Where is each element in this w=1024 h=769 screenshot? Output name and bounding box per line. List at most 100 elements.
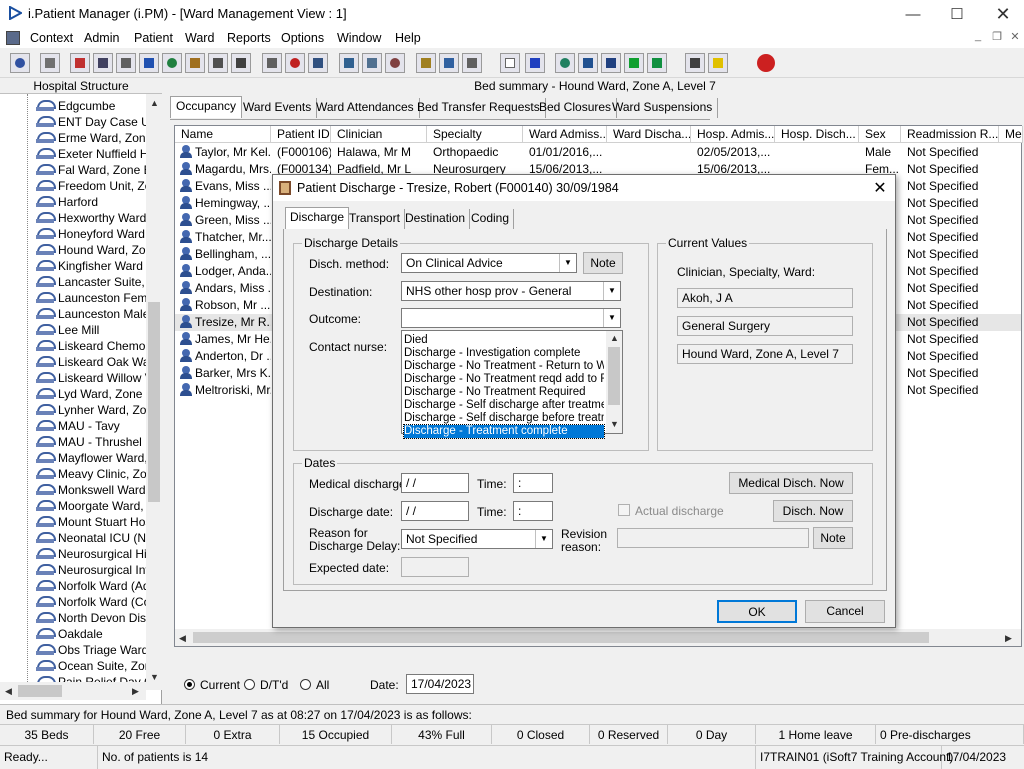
dtab-coding[interactable]: Coding	[467, 209, 515, 229]
list-scroll-down-icon[interactable]: ▼	[610, 419, 619, 429]
tab-ward-events[interactable]: Ward Events	[238, 98, 318, 118]
dtab-discharge[interactable]: Discharge	[285, 207, 350, 230]
refresh-list-icon[interactable]	[647, 53, 667, 73]
document-icon[interactable]	[500, 53, 520, 73]
grid-horizontal-scrollbar[interactable]: ◀ ▶	[175, 629, 1021, 646]
tree-ward-item[interactable]: North Devon Dist	[36, 610, 146, 626]
outcome-select[interactable]: ▼	[401, 308, 621, 328]
destination-select[interactable]: NHS other hosp prov - General ▼	[401, 281, 621, 301]
discharge-date-input[interactable]: / /	[401, 501, 469, 521]
tree-ward-item[interactable]: Hound Ward, Zon	[36, 242, 146, 258]
warning-icon[interactable]	[708, 53, 728, 73]
list-scroll-up-icon[interactable]: ▲	[610, 333, 619, 343]
calendar-icon[interactable]	[339, 53, 359, 73]
menu-admin[interactable]: Admin	[84, 31, 119, 45]
menu-ward[interactable]: Ward	[185, 31, 214, 45]
column-header[interactable]: Specialty	[427, 126, 523, 143]
tree-ward-item[interactable]: Oakdale	[36, 626, 146, 642]
chevron-down-icon[interactable]: ▼	[535, 530, 552, 548]
menu-context[interactable]: Context	[30, 31, 73, 45]
transport-icon[interactable]	[439, 53, 459, 73]
minimize-icon[interactable]: —	[890, 0, 936, 28]
tree-ward-item[interactable]: Neurosurgical Hig	[36, 546, 146, 562]
scroll-up-icon[interactable]: ▲	[150, 98, 159, 108]
ambulance-icon[interactable]	[462, 53, 482, 73]
scroll-thumb[interactable]	[148, 302, 160, 502]
chevron-down-icon[interactable]: ▼	[603, 282, 620, 300]
tree-ward-item[interactable]: Exeter Nuffield H	[36, 146, 146, 162]
tree-ward-item[interactable]: MAU - Thrushel	[36, 434, 146, 450]
grid-scroll-right-icon[interactable]: ▶	[1005, 633, 1012, 644]
scroll-right-icon[interactable]: ▶	[132, 686, 139, 697]
hscroll-thumb[interactable]	[18, 685, 62, 697]
tab-ward-suspensions[interactable]: Ward Suspensions	[607, 98, 719, 118]
radio-all[interactable]	[300, 679, 311, 690]
disch-method-select[interactable]: On Clinical Advice ▼	[401, 253, 577, 273]
letter-icon[interactable]	[416, 53, 436, 73]
dtab-transport[interactable]: Transport	[345, 209, 405, 229]
maximize-icon[interactable]: ☐	[934, 0, 980, 28]
tree-ward-item[interactable]: Ocean Suite, Zor	[36, 658, 146, 674]
tree-ward-item[interactable]: MAU - Tavy	[36, 418, 146, 434]
menu-reports[interactable]: Reports	[227, 31, 271, 45]
mdi-restore-icon[interactable]: ❐	[989, 30, 1005, 46]
tab-bed-transfer-requests[interactable]: Bed Transfer Requests	[412, 98, 546, 118]
tree-ward-item[interactable]: Monkswell Ward,	[36, 482, 146, 498]
tree-ward-item[interactable]: Mount Stuart Hos	[36, 514, 146, 530]
outcome-option[interactable]: Discharge - No Treatment Required	[404, 386, 604, 399]
column-header[interactable]: Ward Discha...	[607, 126, 691, 143]
tree-ward-item[interactable]: Liskeard Chemo D	[36, 338, 146, 354]
tree-ward-item[interactable]: ENT Day Case U	[36, 114, 146, 130]
notes-icon[interactable]	[185, 53, 205, 73]
date-input[interactable]: 17/04/2023	[406, 674, 474, 694]
form-icon[interactable]	[116, 53, 136, 73]
screen-icon[interactable]	[308, 53, 328, 73]
outcome-option[interactable]: Discharge - Treatment complete	[403, 424, 605, 439]
tree-ward-item[interactable]: Moorgate Ward, Z	[36, 498, 146, 514]
column-header[interactable]: Me	[999, 126, 1023, 143]
tab-bed-closures[interactable]: Bed Closures	[534, 98, 618, 118]
column-header[interactable]: Sex	[859, 126, 901, 143]
list-scrollbar[interactable]: ▲ ▼	[606, 331, 622, 433]
scissors-icon[interactable]	[685, 53, 705, 73]
column-header[interactable]: Patient ID	[271, 126, 331, 143]
grid-scroll-left-icon[interactable]: ◀	[179, 633, 186, 644]
tree-ward-item[interactable]: Neurosurgical Inte	[36, 562, 146, 578]
column-header[interactable]: Hosp. Disch...	[775, 126, 859, 143]
tree-vertical-scrollbar[interactable]: ▲ ▼	[146, 94, 162, 690]
tree-ward-item[interactable]: Launceston Male	[36, 306, 146, 322]
column-header[interactable]: Clinician	[331, 126, 427, 143]
column-header[interactable]: Name	[175, 126, 271, 143]
actual-discharge-checkbox[interactable]	[618, 504, 630, 516]
tree-ward-item[interactable]: Mayflower Ward,	[36, 450, 146, 466]
mdi-window-icon[interactable]	[6, 31, 20, 45]
tree-ward-item[interactable]: Erme Ward, Zone	[36, 130, 146, 146]
close-icon[interactable]: ✕	[980, 0, 1024, 28]
tree-ward-item[interactable]: Obs Triage Ward	[36, 642, 146, 658]
outcome-dropdown-list[interactable]: Died Discharge - Investigation complete Di…	[401, 330, 623, 439]
bed-transfer-icon[interactable]	[231, 53, 251, 73]
outcome-option[interactable]: Discharge - Self discharge before treatm…	[404, 412, 604, 425]
medical-disch-now-button[interactable]: Medical Disch. Now	[729, 472, 853, 494]
task-icon[interactable]	[601, 53, 621, 73]
tree-ward-item[interactable]: Harford	[36, 194, 146, 210]
menu-patient[interactable]: Patient	[134, 31, 173, 45]
tree-ward-item[interactable]: Liskeard Oak Wa	[36, 354, 146, 370]
revision-note-button[interactable]: Note	[813, 527, 853, 549]
cancel-button[interactable]: Cancel	[805, 600, 885, 623]
chevron-down-icon[interactable]: ▼	[559, 254, 576, 272]
tree-horizontal-scrollbar[interactable]: ◀ ▶	[0, 682, 146, 700]
record-icon[interactable]	[93, 53, 113, 73]
tree-ward-item[interactable]: Fal Ward, Zone E	[36, 162, 146, 178]
exit-icon[interactable]	[756, 53, 776, 73]
tree-ward-item[interactable]: Launceston Fema	[36, 290, 146, 306]
tree-ward-item[interactable]: Edgcumbe	[36, 98, 146, 114]
chart-icon[interactable]	[525, 53, 545, 73]
discharge-time-input[interactable]: :	[513, 501, 553, 521]
dtab-destination[interactable]: Destination	[401, 209, 471, 229]
column-header[interactable]: Ward Admiss...	[523, 126, 607, 143]
patient-search-icon[interactable]	[10, 53, 30, 73]
table-row[interactable]: Taylor, Mr Kel... (F000106) Halawa, Mr M Or…	[175, 144, 1021, 161]
chevron-down-icon[interactable]: ▼	[603, 309, 620, 327]
tree-ward-item[interactable]: Lynher Ward, Zo	[36, 402, 146, 418]
